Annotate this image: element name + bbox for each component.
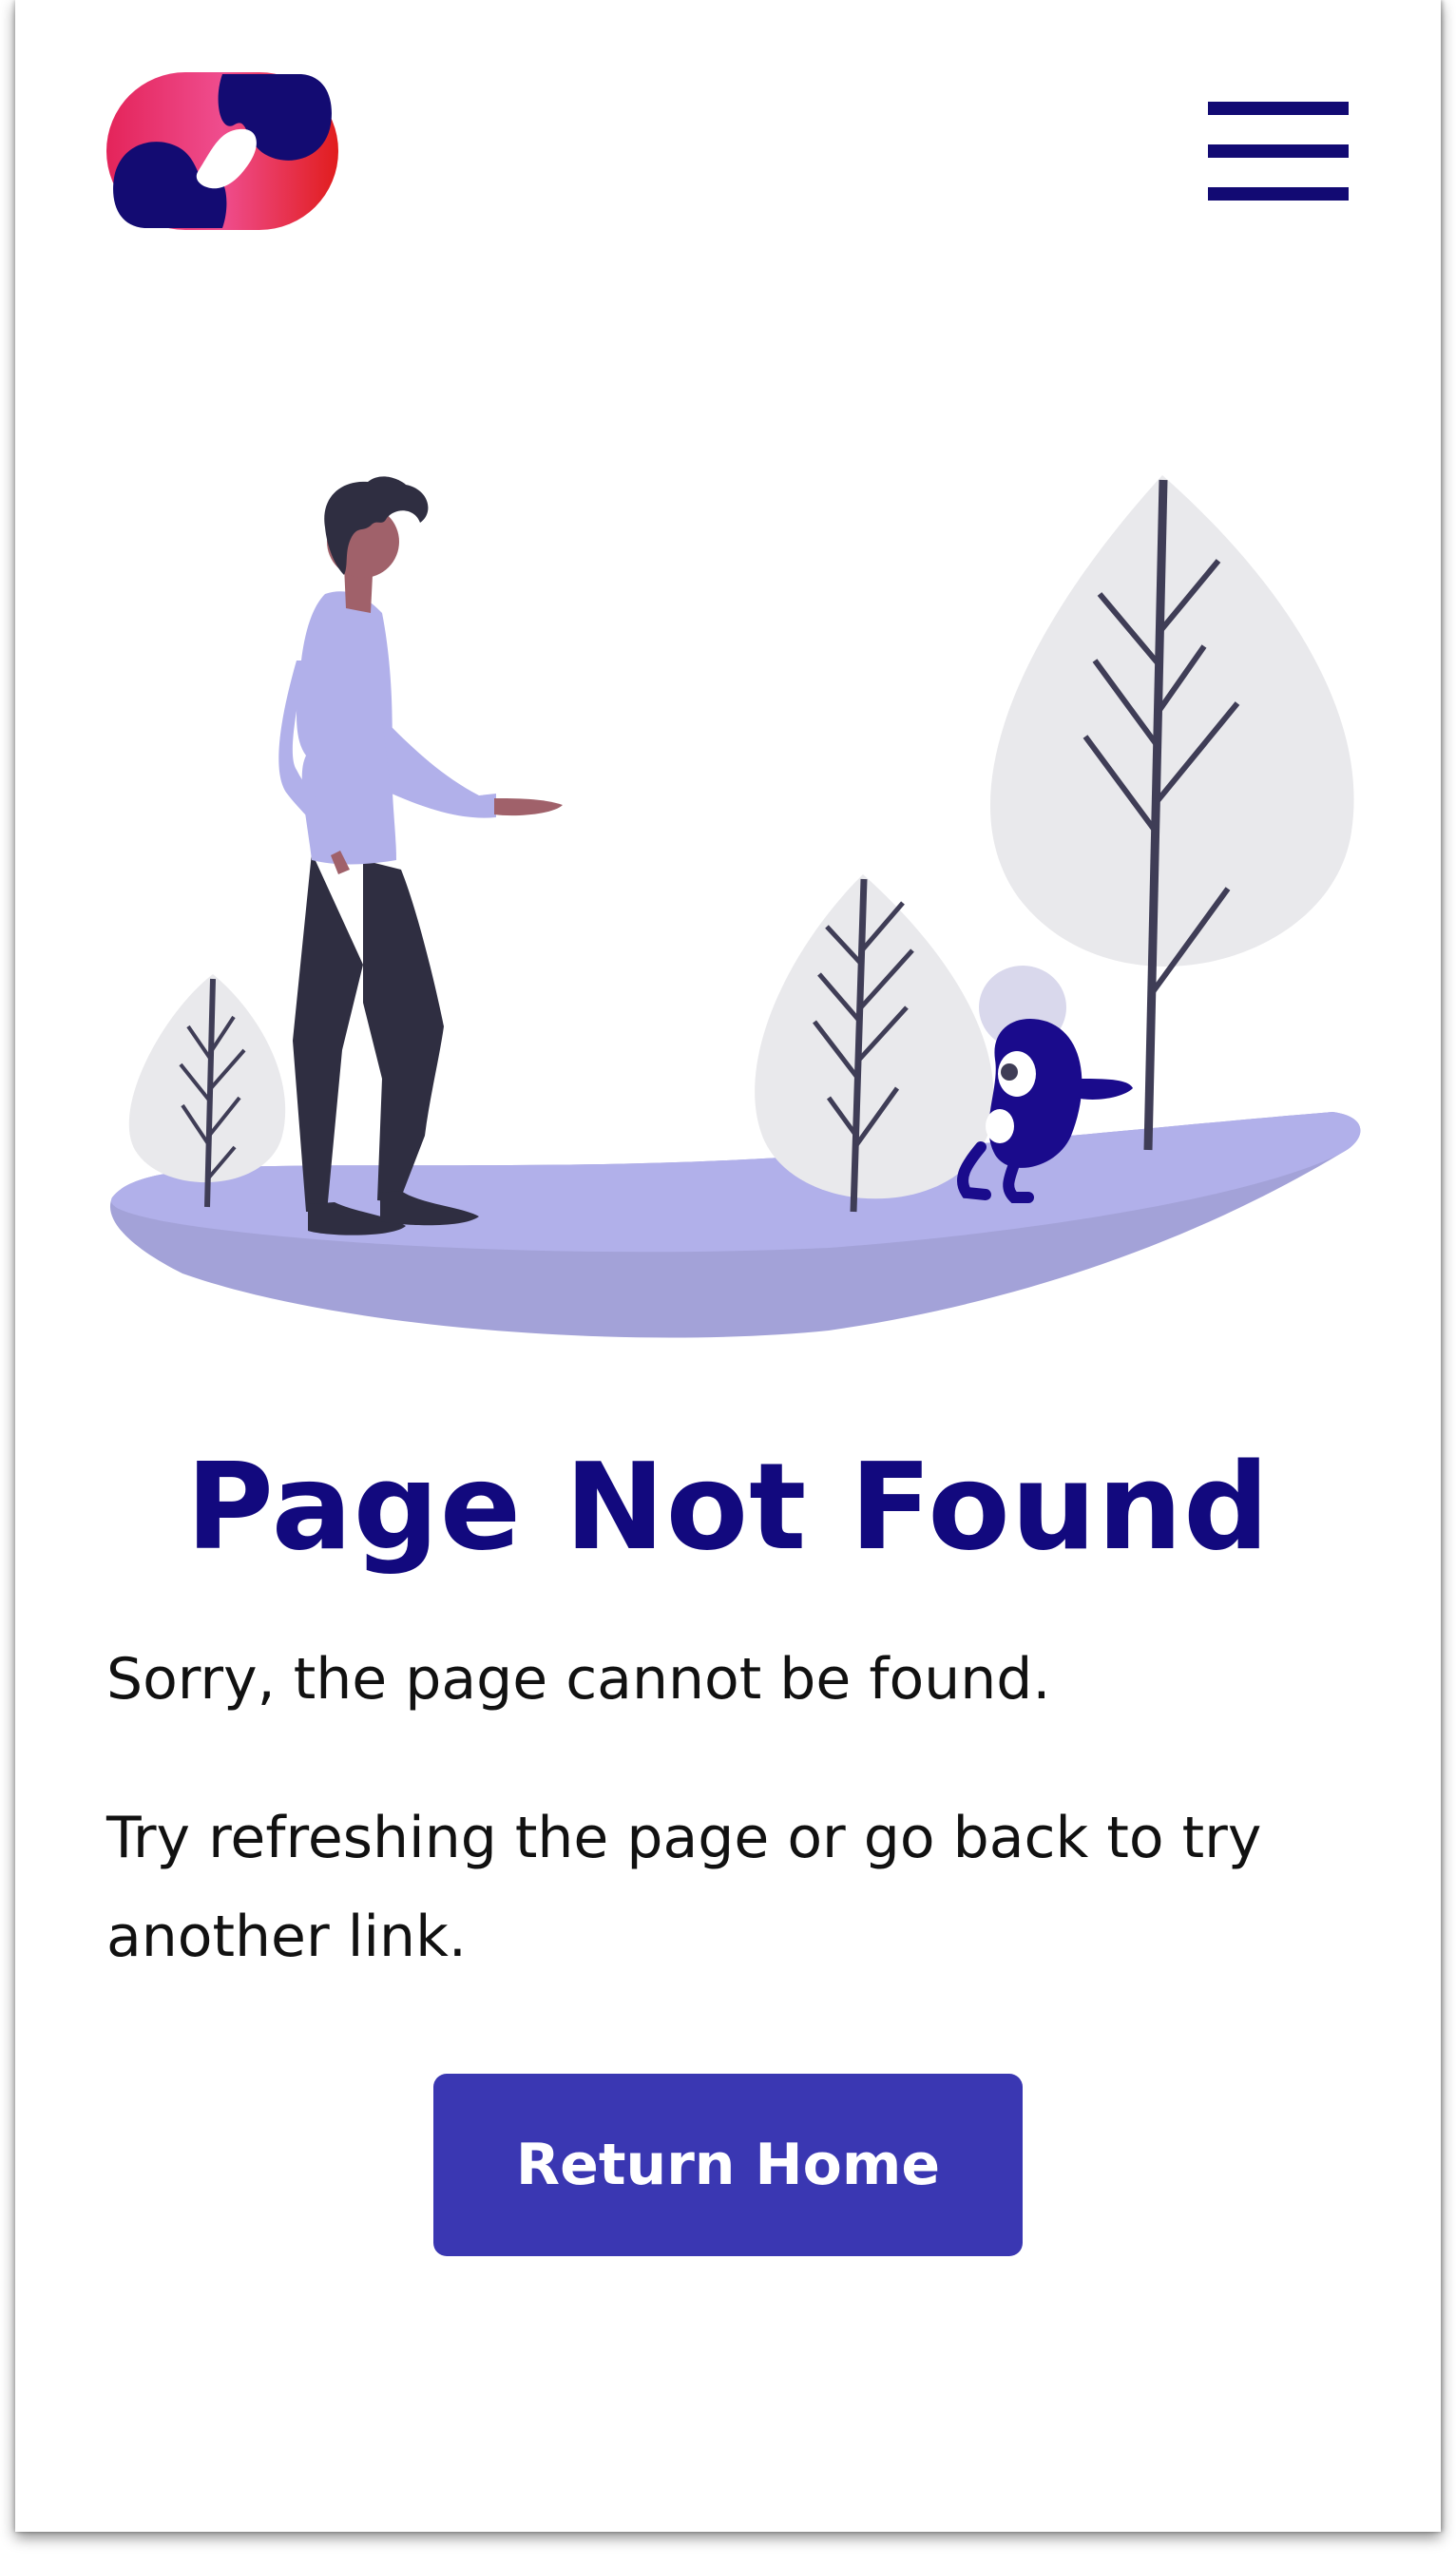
return-home-button[interactable]: Return Home — [433, 2074, 1023, 2256]
menu-bar-bottom — [1208, 187, 1349, 201]
error-message-primary: Sorry, the page cannot be found. — [106, 1646, 1051, 1713]
page-container: Page Not Found Sorry, the page cannot be… — [15, 0, 1441, 2532]
error-message-secondary: Try refreshing the page or go back to tr… — [106, 1805, 1262, 1970]
brand-logo-icon[interactable] — [106, 72, 338, 230]
menu-bar-top — [1208, 102, 1349, 115]
hamburger-menu-button[interactable] — [1208, 102, 1349, 201]
menu-bar-middle — [1208, 144, 1349, 158]
page-title: Page Not Found — [185, 1437, 1271, 1577]
person-with-trees-illustration — [109, 475, 1361, 1338]
